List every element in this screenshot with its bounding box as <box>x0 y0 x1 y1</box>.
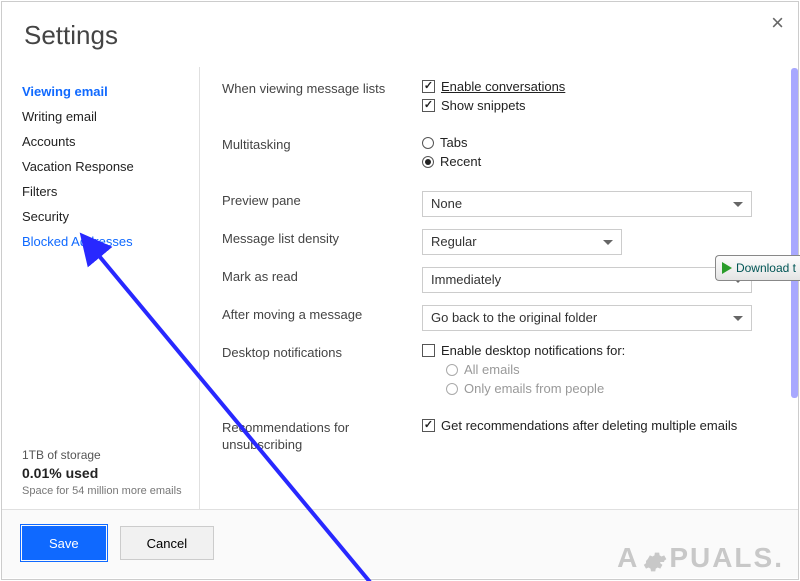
scrollbar-track[interactable] <box>791 68 798 512</box>
checkbox-enable-desktop-notifications[interactable] <box>422 344 435 357</box>
radio-tabs[interactable] <box>422 137 434 149</box>
link-enable-conversations[interactable]: Enable conversations <box>441 79 565 94</box>
label-after-move: After moving a message <box>222 305 422 324</box>
sidebar-item-accounts[interactable]: Accounts <box>22 129 199 154</box>
sidebar-item-blocked-addresses[interactable]: Blocked Addresses <box>22 229 199 254</box>
gear-icon <box>641 545 667 571</box>
sidebar-item-vacation-response[interactable]: Vacation Response <box>22 154 199 179</box>
scrollbar-thumb[interactable] <box>791 68 798 398</box>
text-people-emails: Only emails from people <box>464 381 604 396</box>
text-recommendations: Get recommendations after deleting multi… <box>441 418 737 433</box>
select-preview-pane[interactable]: None <box>422 191 752 217</box>
text-tabs: Tabs <box>440 135 467 150</box>
sidebar-item-filters[interactable]: Filters <box>22 179 199 204</box>
sidebar-item-viewing-email[interactable]: Viewing email <box>22 79 199 104</box>
save-button[interactable]: Save <box>22 526 106 560</box>
label-recommendations: Recommendations for unsubscribing <box>222 418 422 454</box>
radio-people-emails[interactable] <box>446 383 458 395</box>
label-desktop-notifications: Desktop notifications <box>222 343 422 362</box>
text-show-snippets: Show snippets <box>441 98 526 113</box>
checkbox-show-snippets[interactable] <box>422 99 435 112</box>
select-density[interactable]: Regular <box>422 229 622 255</box>
watermark-a: A <box>617 542 639 574</box>
page-title: Settings <box>2 2 798 67</box>
label-mark-read: Mark as read <box>222 267 422 286</box>
close-icon[interactable]: × <box>771 12 784 34</box>
text-enable-desktop-notifications: Enable desktop notifications for: <box>441 343 625 358</box>
select-mark-read[interactable]: Immediately <box>422 267 752 293</box>
storage-info: 1TB of storage 0.01% used Space for 54 m… <box>22 447 199 509</box>
radio-all-emails[interactable] <box>446 364 458 376</box>
play-icon <box>722 262 732 274</box>
label-density: Message list density <box>222 229 422 248</box>
sidebar-item-security[interactable]: Security <box>22 204 199 229</box>
label-multitasking: Multitasking <box>222 135 422 154</box>
radio-recent[interactable] <box>422 156 434 168</box>
checkbox-enable-conversations[interactable] <box>422 80 435 93</box>
sidebar-item-writing-email[interactable]: Writing email <box>22 104 199 129</box>
label-preview-pane: Preview pane <box>222 191 422 210</box>
storage-total: 1TB of storage <box>22 447 199 464</box>
download-text: Download t <box>736 261 796 275</box>
watermark-puals: PUALS. <box>669 542 784 574</box>
checkbox-recommendations[interactable] <box>422 419 435 432</box>
cancel-button[interactable]: Cancel <box>120 526 214 560</box>
download-overlay[interactable]: Download t <box>715 255 800 281</box>
select-after-move[interactable]: Go back to the original folder <box>422 305 752 331</box>
storage-used: 0.01% used <box>22 464 199 484</box>
watermark: A PUALS. <box>617 542 784 574</box>
text-all-emails: All emails <box>464 362 520 377</box>
storage-remaining: Space for 54 million more emails <box>22 484 199 499</box>
settings-sidebar: Viewing email Writing email Accounts Vac… <box>2 67 200 509</box>
settings-content: When viewing message lists Enable conver… <box>200 67 798 509</box>
label-viewing-lists: When viewing message lists <box>222 79 422 98</box>
text-recent: Recent <box>440 154 481 169</box>
